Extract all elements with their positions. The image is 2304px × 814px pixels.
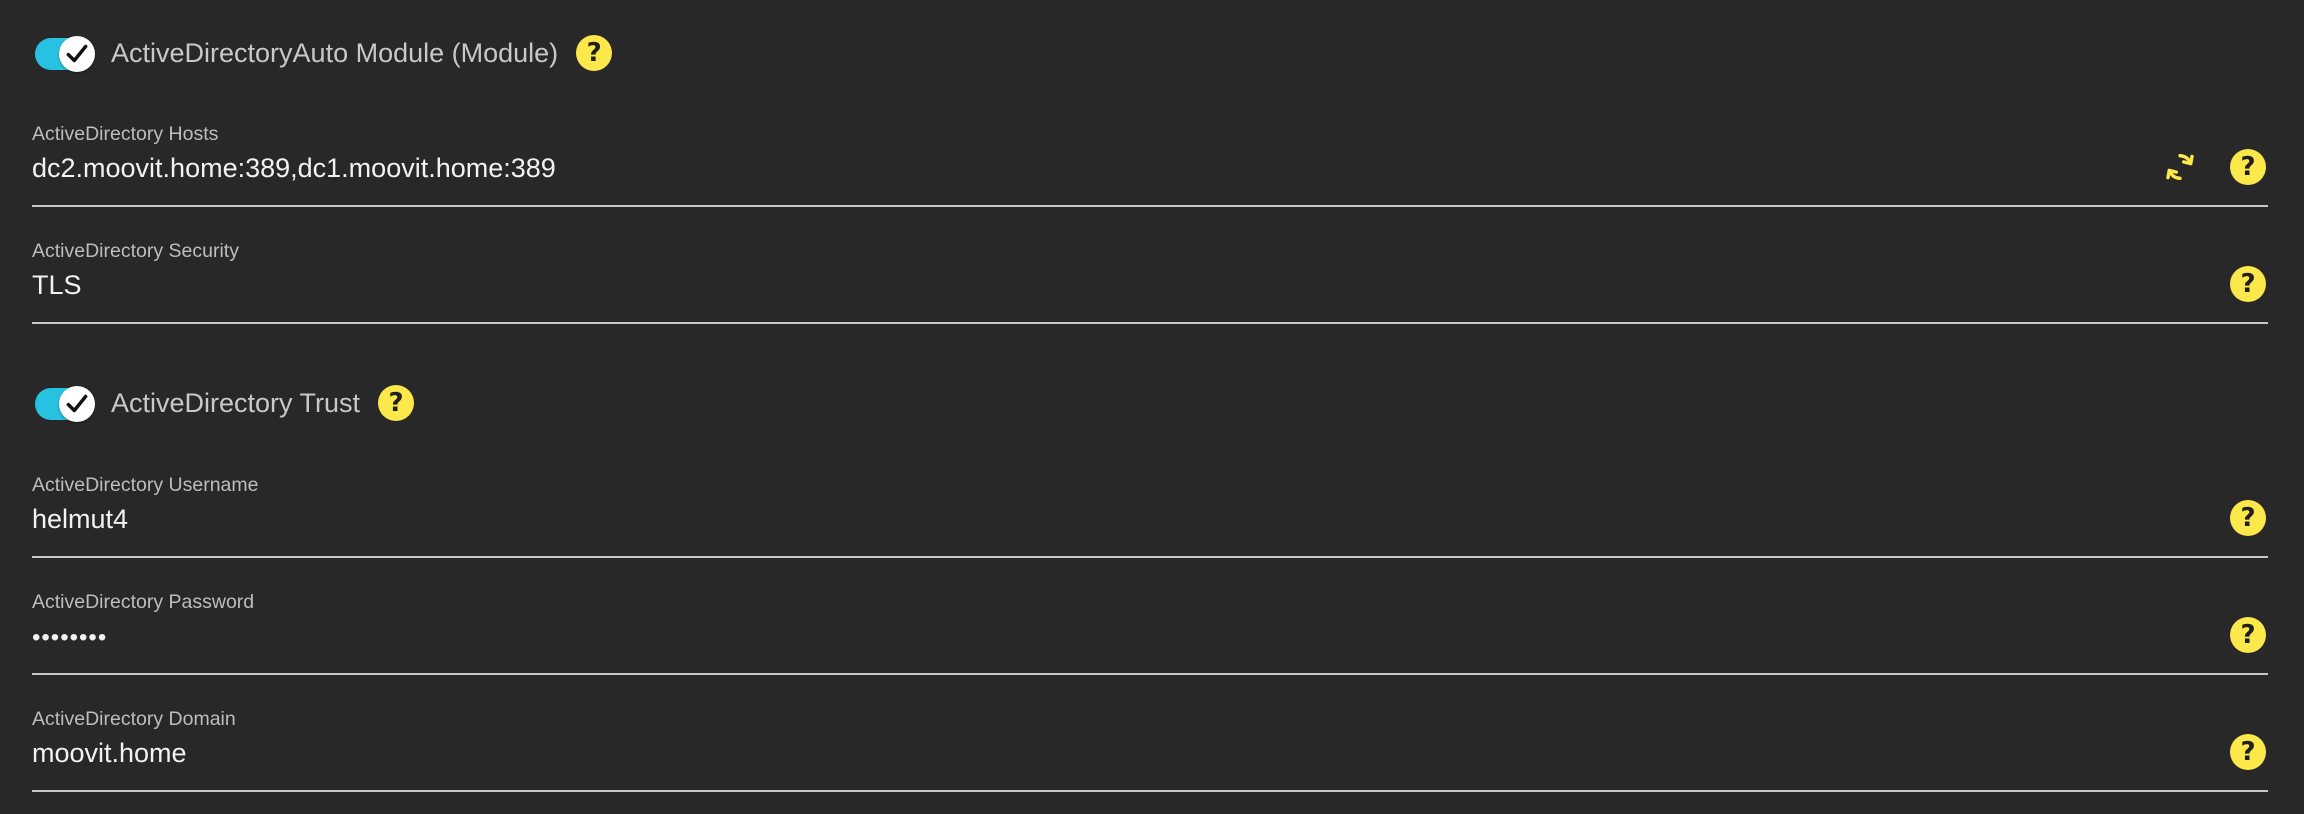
refresh-icon[interactable] bbox=[2162, 149, 2198, 185]
trust-label: ActiveDirectory Trust bbox=[111, 387, 361, 418]
help-icon[interactable]: ? bbox=[576, 35, 613, 71]
auto-module-label: ActiveDirectoryAuto Module (Module) bbox=[111, 37, 559, 68]
help-icon[interactable]: ? bbox=[2230, 500, 2266, 536]
help-icon[interactable]: ? bbox=[2230, 734, 2266, 770]
domain-actions: ? bbox=[2230, 734, 2266, 770]
username-field[interactable]: ActiveDirectory Username helmut4 ? bbox=[32, 474, 2268, 558]
toggle-thumb bbox=[59, 386, 95, 422]
settings-panel: ActiveDirectoryAuto Module (Module) ? Ac… bbox=[0, 0, 2304, 814]
auto-module-toggle[interactable] bbox=[33, 35, 95, 72]
hosts-input[interactable]: dc2.moovit.home:389,dc1.moovit.home:389 bbox=[32, 153, 2132, 184]
checkmark-icon bbox=[66, 44, 88, 63]
auto-module-toggle-row: ActiveDirectoryAuto Module (Module) ? bbox=[33, 23, 613, 83]
password-label: ActiveDirectory Password bbox=[32, 591, 255, 613]
help-icon[interactable]: ? bbox=[2230, 149, 2266, 185]
hosts-label: ActiveDirectory Hosts bbox=[32, 123, 219, 145]
password-field[interactable]: ActiveDirectory Password •••••••• ? bbox=[32, 591, 2268, 675]
domain-field[interactable]: ActiveDirectory Domain moovit.home ? bbox=[32, 708, 2268, 792]
toggle-thumb bbox=[59, 36, 95, 72]
trust-toggle[interactable] bbox=[33, 385, 95, 422]
security-actions: ? bbox=[2230, 266, 2266, 302]
security-label: ActiveDirectory Security bbox=[32, 240, 239, 262]
trust-toggle-row: ActiveDirectory Trust ? bbox=[33, 373, 415, 433]
help-icon[interactable]: ? bbox=[2230, 266, 2266, 302]
help-icon[interactable]: ? bbox=[2230, 617, 2266, 653]
password-input[interactable]: •••••••• bbox=[32, 624, 2132, 652]
username-label: ActiveDirectory Username bbox=[32, 474, 259, 496]
checkmark-icon bbox=[66, 394, 88, 413]
help-icon[interactable]: ? bbox=[378, 385, 415, 421]
domain-input[interactable]: moovit.home bbox=[32, 738, 2132, 769]
domain-label: ActiveDirectory Domain bbox=[32, 708, 236, 730]
security-select[interactable]: TLS bbox=[32, 270, 2132, 301]
security-field[interactable]: ActiveDirectory Security TLS ? bbox=[32, 240, 2268, 324]
hosts-actions: ? bbox=[2162, 149, 2266, 185]
password-actions: ? bbox=[2230, 617, 2266, 653]
username-actions: ? bbox=[2230, 500, 2266, 536]
username-input[interactable]: helmut4 bbox=[32, 504, 2132, 535]
hosts-field[interactable]: ActiveDirectory Hosts dc2.moovit.home:38… bbox=[32, 123, 2268, 207]
